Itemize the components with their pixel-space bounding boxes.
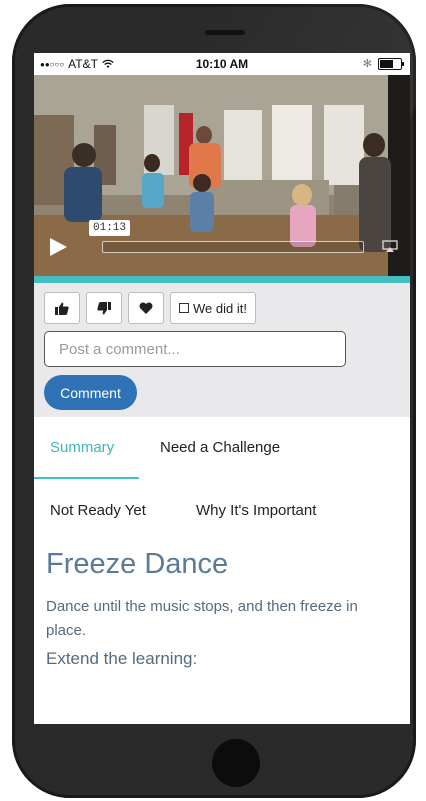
- tabs-row: Summary Need a Challenge: [34, 417, 410, 482]
- phone-speaker: [205, 30, 245, 35]
- play-icon: [50, 238, 67, 256]
- reaction-buttons: We did it!: [44, 292, 400, 324]
- we-did-it-button[interactable]: We did it!: [170, 292, 256, 324]
- thumbs-up-button[interactable]: [44, 292, 80, 324]
- tabs-row-2: Not Ready Yet Why It's Important: [34, 482, 410, 540]
- battery-icon: [378, 57, 404, 70]
- accent-bar: [34, 276, 410, 283]
- heart-icon: [139, 302, 153, 314]
- home-button[interactable]: [212, 739, 260, 787]
- video-player[interactable]: 01:13: [34, 75, 410, 276]
- status-time: 10:10 AM: [195, 57, 249, 71]
- activity-content: Freeze Dance Dance until the music stops…: [34, 548, 410, 669]
- active-tab-indicator: [34, 477, 139, 479]
- actions-panel: We did it! Comment: [34, 283, 410, 417]
- thumbs-down-icon: [97, 301, 111, 314]
- we-did-it-label: We did it!: [193, 300, 247, 316]
- tab-summary[interactable]: Summary: [50, 439, 114, 456]
- tab-not-ready-yet[interactable]: Not Ready Yet: [50, 502, 146, 519]
- checkbox-icon: [179, 303, 189, 313]
- video-progress-bar[interactable]: [102, 241, 364, 253]
- tab-why-its-important[interactable]: Why It's Important: [196, 502, 316, 519]
- activity-description: Dance until the music stops, and then fr…: [46, 598, 358, 639]
- thumbs-up-icon: [55, 302, 69, 315]
- comment-input[interactable]: [44, 331, 346, 367]
- play-button[interactable]: [39, 231, 77, 263]
- bluetooth-icon: ✻: [362, 58, 372, 70]
- status-right: ✻: [362, 57, 404, 70]
- extend-learning-heading: Extend the learning:: [46, 649, 198, 668]
- activity-title: Freeze Dance: [46, 548, 229, 580]
- favorite-button[interactable]: [128, 292, 164, 324]
- app-screen: ●●○○○ AT&T 10:10 AM ✻ 01:13 We did it! P…: [34, 53, 410, 724]
- video-time-tooltip: 01:13: [89, 220, 131, 236]
- thumbs-down-button[interactable]: [86, 292, 122, 324]
- airplay-icon[interactable]: [382, 240, 398, 252]
- tab-need-a-challenge[interactable]: Need a Challenge: [160, 439, 280, 456]
- comment-button[interactable]: Comment: [44, 375, 137, 410]
- status-bar: ●●○○○ AT&T 10:10 AM ✻: [34, 53, 410, 75]
